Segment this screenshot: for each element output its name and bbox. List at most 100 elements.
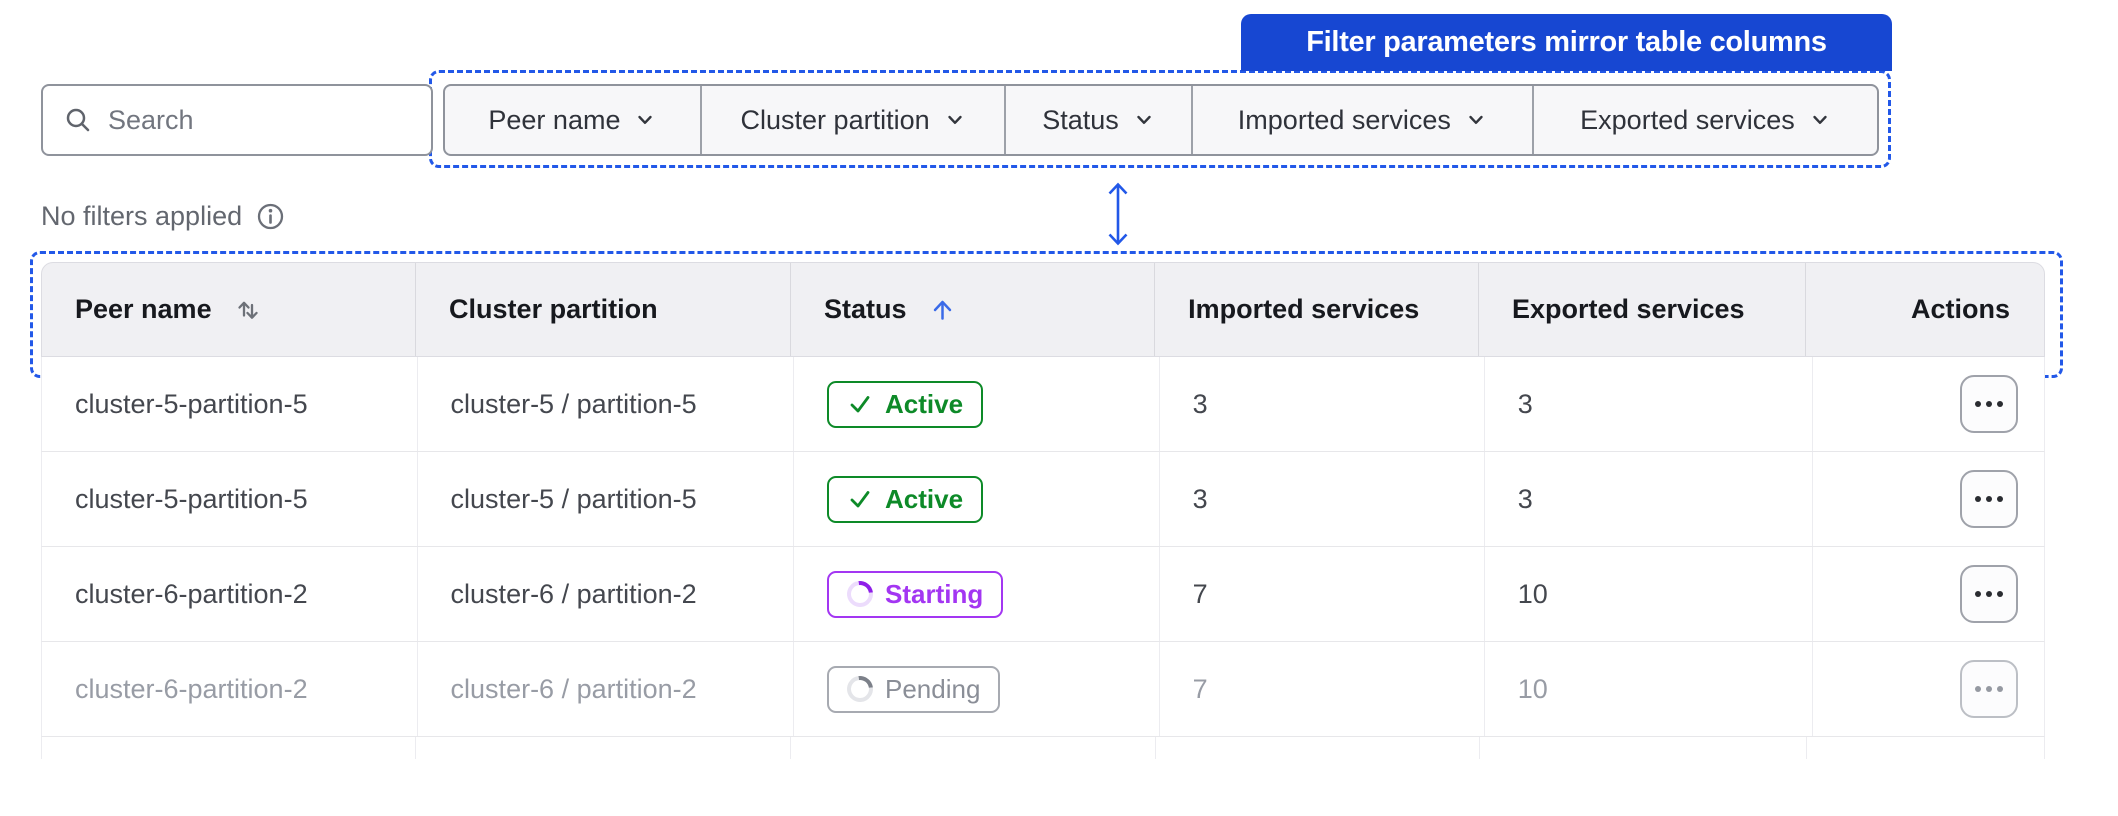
column-header-label: Peer name — [75, 294, 212, 324]
cell-exported-services: 10 — [1483, 642, 1813, 736]
sort-arrows-up-down-icon — [237, 301, 258, 319]
filter-group: Peer name Cluster partition Status Imported… — [443, 84, 1879, 156]
table-body: cluster-5-partition-5 cluster-5 / partiti… — [41, 357, 2045, 737]
column-header-label: Exported services — [1511, 294, 1745, 324]
chevron-down-icon — [1469, 115, 1483, 124]
table-row: cluster-5-partition-5 cluster-5 / partiti… — [41, 452, 2045, 547]
cell-actions — [1812, 357, 2044, 451]
ellipsis-dot — [1997, 591, 2003, 597]
chevron-down-icon — [1813, 115, 1827, 124]
cell-peer-name: cluster-5-partition-5 — [75, 388, 308, 419]
status-badge-label: Active — [885, 483, 964, 514]
status-badge-active: Active — [827, 380, 984, 428]
row-actions-button[interactable] — [1960, 375, 2018, 433]
ellipsis-dot — [1986, 591, 1992, 597]
sort-arrow-up-icon — [933, 300, 951, 320]
ellipsis-dot — [1986, 496, 1992, 502]
filter-button-imported-services[interactable]: Imported services — [1190, 86, 1532, 154]
cell-peer-name: cluster-6-partition-2 — [75, 673, 308, 704]
search-box[interactable] — [41, 84, 433, 156]
cell-cluster-partition: cluster-6 / partition-2 — [416, 642, 793, 736]
partial-cell — [790, 737, 1154, 759]
ellipsis-dot — [1975, 686, 1981, 692]
partial-cell — [1478, 737, 1807, 759]
spinner-icon — [841, 575, 879, 613]
column-header-label: Status — [823, 294, 907, 324]
partial-cell — [415, 737, 790, 759]
cell-cluster-partition: cluster-5 / partition-5 — [416, 357, 793, 451]
filter-button-label: Cluster partition — [740, 104, 930, 135]
ellipsis-dot — [1997, 496, 2003, 502]
filter-button-exported-services[interactable]: Exported services — [1531, 86, 1877, 154]
status-badge-label: Active — [885, 388, 964, 419]
column-header-exported-services: Exported services — [1477, 263, 1805, 356]
cell-cluster-partition: cluster-5 / partition-5 — [416, 452, 793, 546]
filter-button-label: Imported services — [1237, 104, 1451, 135]
table-row: cluster-6-partition-2 cluster-6 / partiti… — [41, 642, 2045, 737]
ellipsis-dot — [1975, 401, 1981, 407]
table-row-partial — [41, 737, 2045, 759]
filter-button-label: Exported services — [1580, 104, 1795, 135]
ellipsis-dot — [1986, 401, 1992, 407]
column-header-imported-services: Imported services — [1154, 263, 1478, 356]
column-header-peer-name[interactable]: Peer name — [42, 263, 415, 356]
chevron-down-icon — [638, 115, 653, 124]
ellipsis-dot — [1997, 686, 2003, 692]
cell-imported-services: 7 — [1158, 547, 1484, 641]
filter-button-status[interactable]: Status — [1004, 86, 1190, 154]
cell-peer-name: cluster-5-partition-5 — [75, 483, 308, 514]
partial-cell — [1154, 737, 1479, 759]
row-actions-button[interactable] — [1960, 565, 2018, 623]
status-badge-active: Active — [827, 475, 984, 523]
table-row: cluster-6-partition-2 cluster-6 / partiti… — [41, 547, 2045, 642]
page: Filter parameters mirror table columns P… — [0, 0, 2118, 816]
cell-imported-services: 7 — [1158, 642, 1484, 736]
ellipsis-dot — [1975, 591, 1981, 597]
column-header-label: Actions — [1911, 294, 2011, 324]
status-badge-label: Pending — [885, 673, 981, 704]
search-icon — [66, 108, 90, 132]
filter-summary-text: No filters applied — [41, 200, 243, 231]
partial-cell — [42, 737, 415, 759]
chevron-down-icon — [1137, 115, 1151, 124]
info-icon[interactable] — [255, 201, 286, 232]
filter-button-label: Status — [1042, 104, 1119, 135]
table-row: cluster-5-partition-5 cluster-5 / partiti… — [41, 357, 2045, 452]
filter-button-label: Peer name — [488, 104, 621, 135]
cell-status: Pending — [793, 642, 1159, 736]
cell-imported-services: 3 — [1158, 452, 1484, 546]
cell-cluster-partition: cluster-6 / partition-2 — [416, 547, 793, 641]
callout-banner: Filter parameters mirror table columns — [1241, 14, 1892, 71]
check-icon — [850, 396, 870, 413]
filter-summary: No filters applied — [41, 196, 286, 236]
column-header-label: Imported services — [1188, 294, 1420, 324]
ellipsis-dot — [1997, 401, 2003, 407]
cell-actions — [1812, 452, 2044, 546]
cell-status: Active — [793, 357, 1159, 451]
filter-button-peer-name[interactable]: Peer name — [445, 86, 700, 154]
spinner-icon — [841, 670, 879, 708]
table-header-row: Peer name Cluster partition Status Imported… — [41, 262, 2045, 357]
cell-imported-services: 3 — [1158, 357, 1484, 451]
column-header-cluster-partition: Cluster partition — [415, 263, 790, 356]
status-badge-starting: Starting — [827, 570, 1004, 618]
filter-button-cluster-partition[interactable]: Cluster partition — [699, 86, 1004, 154]
row-actions-button[interactable] — [1960, 470, 2018, 528]
column-header-status[interactable]: Status — [789, 263, 1154, 356]
status-badge-pending: Pending — [827, 665, 1001, 713]
cell-actions — [1812, 642, 2044, 736]
mirror-arrow-icon — [1108, 182, 1128, 246]
search-input[interactable] — [108, 104, 413, 136]
status-badge-label: Starting — [885, 578, 984, 609]
cell-status: Starting — [793, 547, 1159, 641]
cell-exported-services: 10 — [1483, 547, 1813, 641]
column-header-label: Cluster partition — [449, 294, 658, 324]
row-actions-button[interactable] — [1960, 660, 2018, 718]
check-icon — [850, 491, 870, 508]
partial-cell — [1806, 737, 2044, 759]
cell-exported-services: 3 — [1483, 357, 1813, 451]
cell-peer-name: cluster-6-partition-2 — [75, 578, 308, 609]
ellipsis-dot — [1975, 496, 1981, 502]
cell-status: Active — [793, 452, 1159, 546]
peers-table: Peer name Cluster partition Status Imported… — [41, 262, 2045, 759]
